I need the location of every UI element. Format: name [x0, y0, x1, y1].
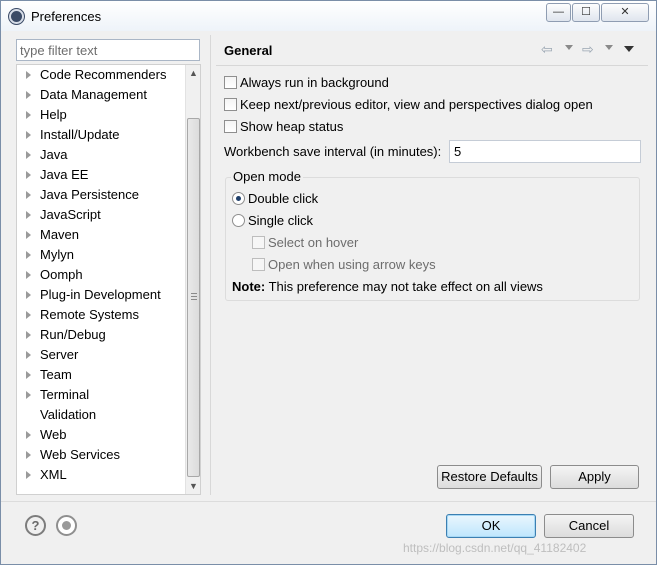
- expand-arrow-icon[interactable]: [26, 271, 31, 279]
- tree-item-label: Install/Update: [40, 127, 120, 142]
- expand-arrow-icon[interactable]: [26, 111, 31, 119]
- tree-item-label: Web Services: [40, 447, 120, 462]
- note-prefix: Note:: [232, 279, 266, 294]
- double-click-radio[interactable]: [232, 192, 245, 205]
- pane-divider[interactable]: [210, 35, 211, 495]
- thumb-grip-line: [191, 293, 197, 294]
- forward-arrow-icon[interactable]: ⇨: [582, 41, 594, 58]
- tree-item-label: Web: [40, 427, 67, 442]
- title-bar[interactable]: Preferences — ☐ ✕: [1, 1, 656, 31]
- save-interval-input[interactable]: [449, 140, 641, 163]
- expand-arrow-icon[interactable]: [26, 131, 31, 139]
- open-mode-title: Open mode: [231, 169, 303, 184]
- note-text: This preference may not take effect on a…: [265, 279, 543, 294]
- keep-next-prev-label: Keep next/previous editor, view and pers…: [240, 97, 593, 112]
- tree-item-label: Java Persistence: [40, 187, 139, 202]
- tree-scrollbar[interactable]: ▲ ▼: [185, 65, 200, 494]
- apply-button[interactable]: Apply: [550, 465, 639, 489]
- tree-item-label: XML: [40, 467, 67, 482]
- eclipse-app-icon: [9, 9, 24, 24]
- preferences-window: Preferences — ☐ ✕ Code Recommenders Data…: [0, 0, 657, 565]
- cancel-button[interactable]: Cancel: [544, 514, 634, 538]
- tree-item-label: Server: [40, 347, 79, 362]
- expand-arrow-icon[interactable]: [26, 191, 31, 199]
- expand-arrow-icon[interactable]: [26, 151, 31, 159]
- select-on-hover-label: Select on hover: [268, 235, 359, 250]
- single-click-label: Single click: [248, 213, 314, 228]
- tree-item-label: Java: [40, 147, 68, 162]
- tree-item-label: Team: [40, 367, 72, 382]
- tree-item-label: Data Management: [40, 87, 147, 102]
- tree-item-label: Maven: [40, 227, 80, 242]
- open-arrow-keys-label: Open when using arrow keys: [268, 257, 436, 272]
- forward-history-dropdown-icon[interactable]: [605, 45, 613, 50]
- keep-next-prev-checkbox[interactable]: [224, 98, 237, 111]
- always-run-background-label: Always run in background: [240, 75, 389, 90]
- thumb-grip-line: [191, 299, 197, 300]
- expand-arrow-icon[interactable]: [26, 471, 31, 479]
- expand-arrow-icon[interactable]: [26, 431, 31, 439]
- tree-item-label: Oomph: [40, 267, 83, 282]
- scroll-thumb[interactable]: [187, 118, 200, 477]
- help-icon[interactable]: ?: [25, 515, 46, 536]
- tree-item-label: Java EE: [40, 167, 89, 182]
- tree-item-label: Terminal: [40, 387, 90, 402]
- preference-note: Note: This preference may not take effec…: [232, 279, 543, 294]
- tree-item-label: Help: [40, 107, 67, 122]
- tree-item-label: Code Recommenders: [40, 67, 167, 82]
- double-click-label: Double click: [248, 191, 319, 206]
- back-history-dropdown-icon[interactable]: [565, 45, 573, 50]
- tree-item-label: Plug-in Development: [40, 287, 161, 302]
- button-bar-separator: [1, 501, 656, 502]
- expand-arrow-icon[interactable]: [26, 71, 31, 79]
- record-macro-icon[interactable]: [56, 515, 77, 536]
- restore-defaults-button[interactable]: Restore Defaults: [437, 465, 542, 489]
- minimize-button[interactable]: —: [546, 3, 571, 22]
- scroll-up-arrow-icon[interactable]: ▲: [186, 65, 200, 81]
- radio-selected-dot: [236, 196, 241, 201]
- single-click-radio[interactable]: [232, 214, 245, 227]
- title-separator: [216, 65, 648, 66]
- tree-item-label: Remote Systems: [40, 307, 139, 322]
- view-menu-icon[interactable]: [624, 46, 634, 52]
- show-heap-status-label: Show heap status: [240, 119, 344, 134]
- expand-arrow-icon[interactable]: [26, 211, 31, 219]
- close-button[interactable]: ✕: [601, 3, 649, 22]
- tree-item-label: JavaScript: [40, 207, 101, 222]
- tree-item-label: Mylyn: [40, 247, 74, 262]
- always-run-background-checkbox[interactable]: [224, 76, 237, 89]
- expand-arrow-icon[interactable]: [26, 451, 31, 459]
- expand-arrow-icon[interactable]: [26, 371, 31, 379]
- tree-item-label: Run/Debug: [40, 327, 106, 342]
- filter-input[interactable]: [16, 39, 200, 61]
- back-arrow-icon[interactable]: ⇦: [541, 41, 553, 58]
- show-heap-status-checkbox[interactable]: [224, 120, 237, 133]
- expand-arrow-icon[interactable]: [26, 171, 31, 179]
- window-title: Preferences: [31, 9, 102, 24]
- expand-arrow-icon[interactable]: [26, 231, 31, 239]
- scroll-down-arrow-icon[interactable]: ▼: [186, 478, 200, 494]
- open-arrow-keys-checkbox: [252, 258, 265, 271]
- select-on-hover-checkbox: [252, 236, 265, 249]
- expand-arrow-icon[interactable]: [26, 291, 31, 299]
- tree-item-label: Validation: [40, 407, 97, 422]
- expand-arrow-icon[interactable]: [26, 391, 31, 399]
- preference-tree: Code Recommenders Data Management Help I…: [16, 64, 201, 495]
- save-interval-label: Workbench save interval (in minutes):: [224, 144, 442, 159]
- expand-arrow-icon[interactable]: [26, 251, 31, 259]
- watermark: https://blog.csdn.net/qq_41182402: [403, 541, 587, 555]
- ok-button[interactable]: OK: [446, 514, 536, 538]
- page-title: General: [224, 43, 273, 58]
- expand-arrow-icon[interactable]: [26, 91, 31, 99]
- expand-arrow-icon[interactable]: [26, 311, 31, 319]
- expand-arrow-icon[interactable]: [26, 351, 31, 359]
- thumb-grip-line: [191, 296, 197, 297]
- maximize-button[interactable]: ☐: [572, 3, 600, 22]
- expand-arrow-icon[interactable]: [26, 331, 31, 339]
